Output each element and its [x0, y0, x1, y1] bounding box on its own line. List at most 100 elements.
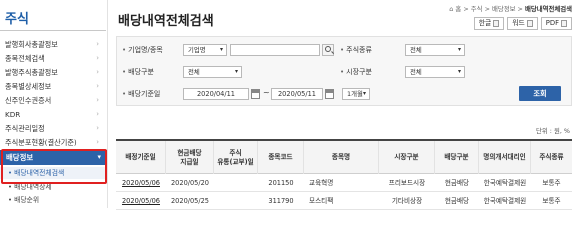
sidebar-item-stock-schedule[interactable]: 주식관리일정 › — [5, 122, 105, 135]
sidebar-item-label: 발행주식총괄정보 — [5, 68, 58, 77]
breadcrumb: ⌂ 홈 > 주식 > 배당정보 > 배당내역전체검색 — [449, 4, 572, 13]
company-search-input[interactable] — [230, 44, 320, 56]
highlight-box — [1, 149, 107, 184]
chevron-right-icon: › — [96, 82, 99, 90]
sidebar-item-issuer-info[interactable]: 발행회사총괄정보 › — [5, 38, 105, 51]
chevron-right-icon: › — [96, 54, 99, 62]
date-label: • 배당기준일 — [122, 90, 161, 98]
table-cell: 보통주 — [542, 179, 561, 187]
button-label: 한글 — [478, 19, 492, 27]
sidebar: 주식 발행회사총괄정보 › 종목전체검색 › 발행주식총괄정보 › 종목별상세정보 › … — [0, 0, 108, 208]
calendar-icon[interactable] — [251, 89, 260, 99]
table-cell: 현금배당 — [444, 197, 470, 205]
header-text: 명의개서대리인 — [483, 153, 526, 161]
sidebar-title: 주식 — [5, 12, 29, 27]
select-value: 기업명 — [188, 46, 206, 54]
table-cell: 모스티팩 — [309, 197, 334, 205]
company-type-select[interactable]: 기업명 ▾ — [183, 44, 227, 56]
sidebar-item-kdr[interactable]: KDR › — [5, 108, 105, 121]
chevron-right-icon: › — [96, 96, 99, 104]
period-select[interactable]: 1개월 ▾ — [342, 88, 370, 100]
table-header: 배정기준일 현금배당 지급일 주식 유통(교부)일 종목코드 종목명 시장구분 배당… — [116, 141, 572, 174]
sidebar-item-label: 신주인수권증서 — [5, 96, 52, 105]
sidebar-subitem-dividend-rank[interactable]: • 배당순위 — [0, 194, 107, 206]
search-submit-button[interactable]: 조회 — [519, 86, 561, 101]
label-text: 기업명/종목 — [128, 46, 163, 54]
breadcrumb-separator: > — [484, 5, 490, 13]
home-icon[interactable]: ⌂ — [449, 5, 453, 13]
sidebar-item-label: 주식관리일정 — [5, 124, 45, 133]
stock-type-label: • 주식종류 — [340, 46, 372, 54]
chevron-down-icon: ▾ — [362, 90, 366, 97]
header-text: 주식 유통(교부)일 — [217, 148, 254, 166]
header-text: 현금배당 지급일 — [177, 148, 202, 166]
word-export-button[interactable]: 워드 — [507, 17, 538, 30]
date-to-input[interactable]: 2020/05/11 — [271, 88, 323, 100]
chevron-down-icon: ▾ — [234, 68, 238, 75]
table-row: 2020/05/06 2020/05/25 311790 모스티팩 기타비상장 … — [116, 193, 572, 210]
column-header: 배당구분 — [435, 141, 479, 174]
table-cell-date-link[interactable]: 2020/05/06 — [116, 193, 166, 210]
market-label: • 시장구분 — [340, 68, 372, 76]
label-text: 배당기준일 — [128, 90, 161, 98]
sidebar-item-issued-stock-info[interactable]: 발행주식총괄정보 › — [5, 66, 105, 79]
table-cell: 311790 — [268, 197, 294, 205]
header-text: 배정기준일 — [125, 153, 156, 161]
column-header: 종목코드 — [258, 141, 304, 174]
select-value: 1개월 — [347, 90, 363, 98]
column-header: 현금배당 지급일 — [166, 141, 214, 174]
dividend-type-label: • 배당구분 — [122, 68, 154, 76]
sidebar-item-distribution[interactable]: 주식분포현황(결산기준) › — [5, 136, 105, 149]
column-header: 배정기준일 — [116, 141, 166, 174]
word-icon — [526, 20, 533, 27]
sidebar-item-label: 종목전체검색 — [5, 54, 45, 63]
column-header: 시장구분 — [379, 141, 435, 174]
stock-type-select[interactable]: 전체 ▾ — [405, 44, 465, 56]
breadcrumb-item[interactable]: 배당정보 — [492, 5, 516, 13]
breadcrumb-separator: > — [517, 5, 523, 13]
select-value: 전체 — [410, 68, 422, 76]
breadcrumb-item[interactable]: 주식 — [471, 5, 483, 13]
dividend-type-select[interactable]: 전체 ▾ — [183, 66, 242, 78]
date-separator: ~ — [263, 88, 270, 97]
sidebar-divider — [0, 30, 106, 31]
unit-note: 단위 : 원, % — [536, 127, 570, 135]
sidebar-item-label: KDR — [5, 110, 21, 119]
breadcrumb-item[interactable]: 홈 — [455, 5, 461, 13]
page-title: 배당내역전체검색 — [118, 14, 214, 29]
sidebar-item-stock-search[interactable]: 종목전체검색 › — [5, 52, 105, 65]
label-text: 배당구분 — [128, 68, 154, 76]
chevron-down-icon: ▾ — [457, 68, 461, 75]
table-cell — [214, 175, 258, 192]
table-cell: 2020/05/20 — [170, 179, 209, 187]
company-label: • 기업명/종목 — [122, 46, 163, 54]
table-cell: 한국예탁결제원 — [483, 197, 527, 205]
search-button[interactable] — [322, 44, 334, 56]
market-select[interactable]: 전체 ▾ — [405, 66, 465, 78]
table-cell — [214, 193, 258, 210]
hwp-icon — [493, 20, 500, 27]
sidebar-item-stock-detail[interactable]: 종목별상세정보 › — [5, 80, 105, 93]
search-panel: • 기업명/종목 기업명 ▾ • 주식종류 전체 ▾ • 배당구분 전체 ▾ • 시장구분 전… — [116, 36, 572, 106]
header-text: 배당구분 — [444, 153, 469, 161]
table-cell: 프리보드시장 — [388, 179, 426, 187]
sidebar-item-warrant[interactable]: 신주인수권증서 › — [5, 94, 105, 107]
sidebar-item-label: 주식분포현황(결산기준) — [5, 138, 77, 147]
button-label: 워드 — [512, 19, 525, 27]
date-from-input[interactable]: 2020/04/11 — [183, 88, 249, 100]
hwp-export-button[interactable]: 한글 — [473, 17, 505, 30]
breadcrumb-current: 배당내역전체검색 — [524, 5, 572, 13]
table-cell: 보통주 — [542, 197, 561, 205]
header-text: 종목코드 — [268, 153, 293, 161]
chevron-down-icon: ▾ — [457, 46, 461, 53]
label-text: 시장구분 — [346, 68, 372, 76]
table-cell-date-link[interactable]: 2020/05/06 — [116, 175, 166, 192]
pdf-export-button[interactable]: PDF — [540, 17, 572, 30]
chevron-right-icon: › — [96, 110, 99, 118]
chevron-right-icon: › — [96, 40, 99, 48]
button-label: PDF — [545, 19, 559, 27]
column-header: 주식종류 — [531, 141, 572, 174]
calendar-icon[interactable] — [325, 89, 334, 99]
chevron-right-icon: › — [96, 68, 99, 76]
column-header: 명의개서대리인 — [479, 141, 531, 174]
